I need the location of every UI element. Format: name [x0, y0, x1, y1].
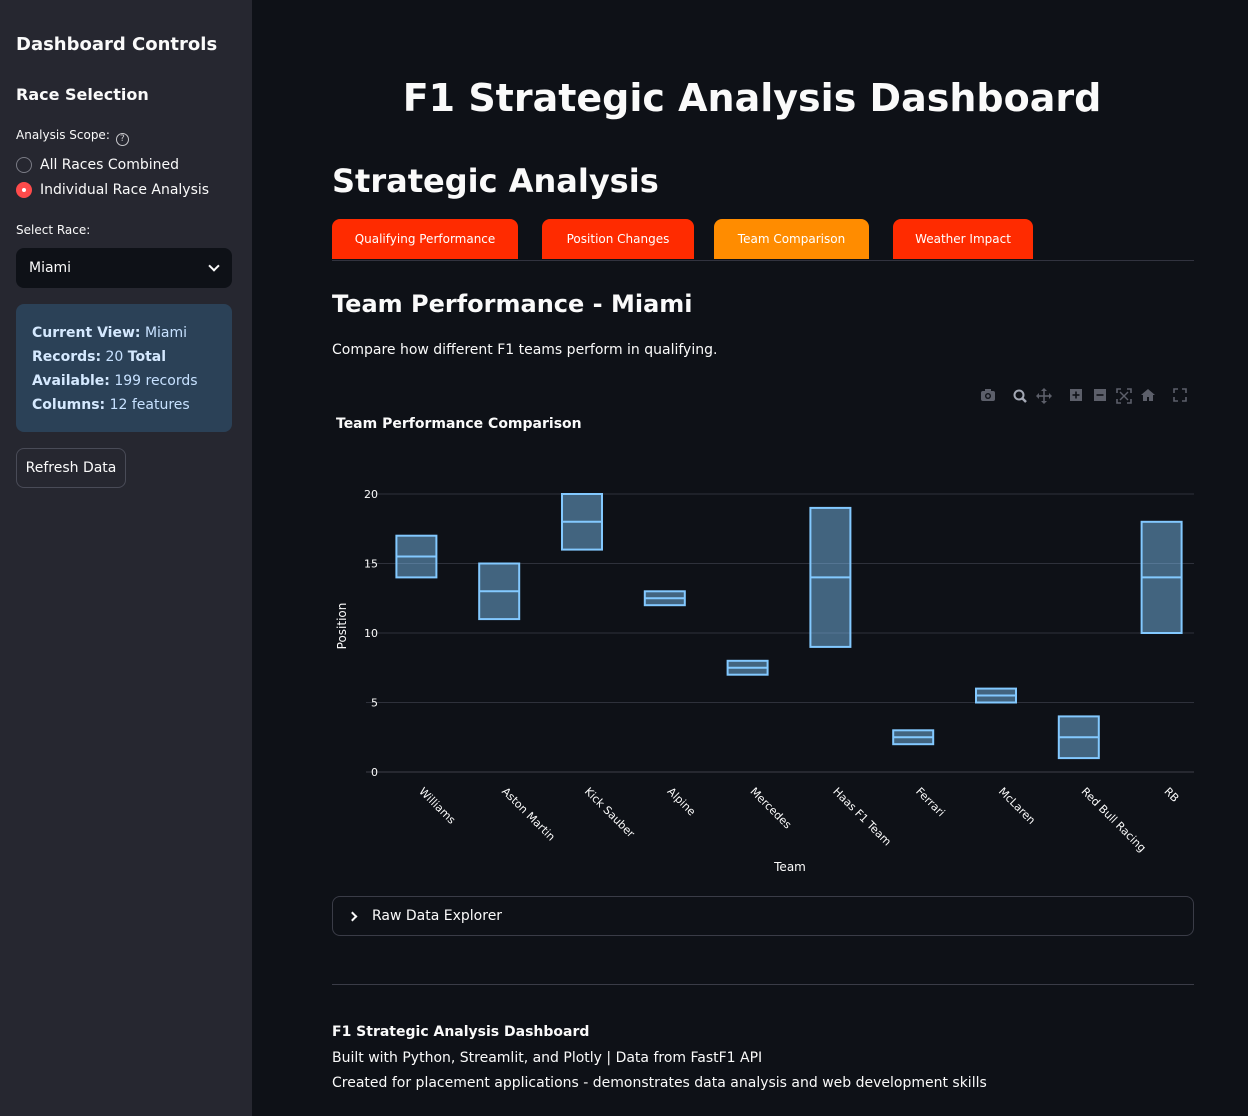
- radio-individual-race[interactable]: Individual Race Analysis: [16, 182, 209, 198]
- x-tick-label: Mercedes: [747, 785, 794, 832]
- available-label: Available:: [32, 373, 110, 389]
- box-aston-martin[interactable]: [478, 562, 521, 621]
- box-alpine[interactable]: [643, 590, 686, 607]
- x-tick-label: Aston Martin: [499, 785, 558, 844]
- race-selection-heading: Race Selection: [16, 85, 149, 104]
- x-tick-label: Haas F1 Team: [830, 785, 894, 849]
- sidebar-title: Dashboard Controls: [16, 34, 218, 55]
- zoom-out-icon[interactable]: [1090, 388, 1110, 406]
- zoom-in-icon[interactable]: [1066, 388, 1086, 406]
- camera-icon[interactable]: [978, 388, 998, 406]
- total-label: Total: [127, 349, 167, 365]
- x-tick-label: McLaren: [996, 785, 1038, 827]
- chart-description: Compare how different F1 teams perform i…: [332, 342, 718, 358]
- tab-bar: Qualifying Performance Position Changes …: [332, 219, 1194, 261]
- columns-value: 12 features: [109, 397, 190, 413]
- y-tick-label: 15: [364, 558, 378, 571]
- radio-label: All Races Combined: [40, 157, 179, 173]
- box-mclaren[interactable]: [975, 687, 1017, 704]
- x-axis-label: Team: [773, 860, 806, 874]
- chevron-down-icon: [208, 260, 220, 272]
- pan-icon[interactable]: [1034, 388, 1054, 406]
- box-williams[interactable]: [395, 534, 438, 579]
- race-select[interactable]: Miami: [16, 248, 232, 288]
- tab-position-changes[interactable]: Position Changes: [542, 219, 694, 259]
- y-tick-label: 20: [364, 488, 378, 501]
- x-tick-label: Alpine: [665, 785, 699, 819]
- x-tick-label: Kick Sauber: [582, 785, 638, 841]
- chart-title: Team Performance Comparison: [336, 416, 582, 432]
- chart-modebar: [978, 388, 1194, 406]
- chevron-right-icon: [347, 911, 358, 921]
- x-tick-label: Red Bull Racing: [1079, 785, 1149, 855]
- refresh-data-button[interactable]: Refresh Data: [16, 448, 126, 488]
- box-rb[interactable]: [1140, 520, 1183, 634]
- expander-label: Raw Data Explorer: [372, 908, 503, 924]
- tab-team-comparison[interactable]: Team Comparison: [714, 219, 869, 259]
- fullscreen-icon[interactable]: [1170, 388, 1190, 406]
- footer: F1 Strategic Analysis Dashboard Built wi…: [332, 1020, 987, 1097]
- current-view-value: Miami: [144, 325, 188, 341]
- current-view-label: Current View:: [32, 325, 141, 341]
- footer-line-1: Built with Python, Streamlit, and Plotly…: [332, 1049, 763, 1066]
- x-tick-label: RB: [1161, 785, 1181, 805]
- zoom-icon[interactable]: [1010, 388, 1030, 406]
- y-tick-label: 10: [364, 627, 378, 640]
- radio-label: Individual Race Analysis: [40, 182, 210, 198]
- home-icon[interactable]: [1138, 388, 1158, 406]
- footer-line-2: Created for placement applications - dem…: [332, 1075, 987, 1091]
- divider: [332, 984, 1194, 985]
- radio-all-races[interactable]: All Races Combined: [16, 157, 179, 173]
- y-tick-label: 0: [371, 766, 378, 779]
- sidebar: Dashboard Controls Race Selection Analys…: [0, 0, 252, 1116]
- box-haas-f1-team[interactable]: [809, 506, 852, 648]
- raw-data-explorer-expander[interactable]: Raw Data Explorer: [332, 896, 1194, 936]
- box-mercedes[interactable]: [726, 659, 769, 676]
- box-ferrari[interactable]: [892, 729, 935, 746]
- autoscale-icon[interactable]: [1114, 388, 1134, 406]
- x-tick-label: Williams: [416, 785, 458, 827]
- chart-section-title: Team Performance - Miami: [332, 290, 693, 318]
- y-tick-label: 5: [371, 697, 378, 710]
- info-box: Current View: Miami Records: 20 Total Av…: [16, 304, 232, 432]
- x-tick-label: Ferrari: [913, 785, 947, 819]
- footer-title: F1 Strategic Analysis Dashboard: [332, 1024, 590, 1040]
- analysis-scope-text: Analysis Scope:: [16, 128, 110, 142]
- records-label: Records:: [32, 349, 102, 365]
- page-title: F1 Strategic Analysis Dashboard: [402, 76, 1102, 120]
- available-value: 199 records: [114, 373, 198, 389]
- tab-qualifying-performance[interactable]: Qualifying Performance: [332, 219, 518, 259]
- radio-button-checked-icon[interactable]: [16, 182, 32, 198]
- analysis-scope-label: Analysis Scope:?: [16, 128, 129, 146]
- records-value: 20: [105, 349, 124, 365]
- radio-button-icon[interactable]: [16, 157, 32, 173]
- race-select-value: Miami: [29, 260, 72, 276]
- box-kick-sauber[interactable]: [561, 493, 603, 551]
- help-icon[interactable]: ?: [115, 133, 129, 146]
- select-race-label: Select Race:: [16, 223, 91, 237]
- team-performance-chart[interactable]: 0 5 10 15 20 Williams Aston Martin Kick Sauber A…: [332, 440, 1194, 880]
- y-axis-label: Position: [335, 603, 349, 650]
- section-title: Strategic Analysis: [332, 162, 659, 200]
- columns-label: Columns:: [32, 397, 106, 413]
- tab-weather-impact[interactable]: Weather Impact: [893, 219, 1033, 259]
- box-red-bull-racing[interactable]: [1057, 715, 1100, 760]
